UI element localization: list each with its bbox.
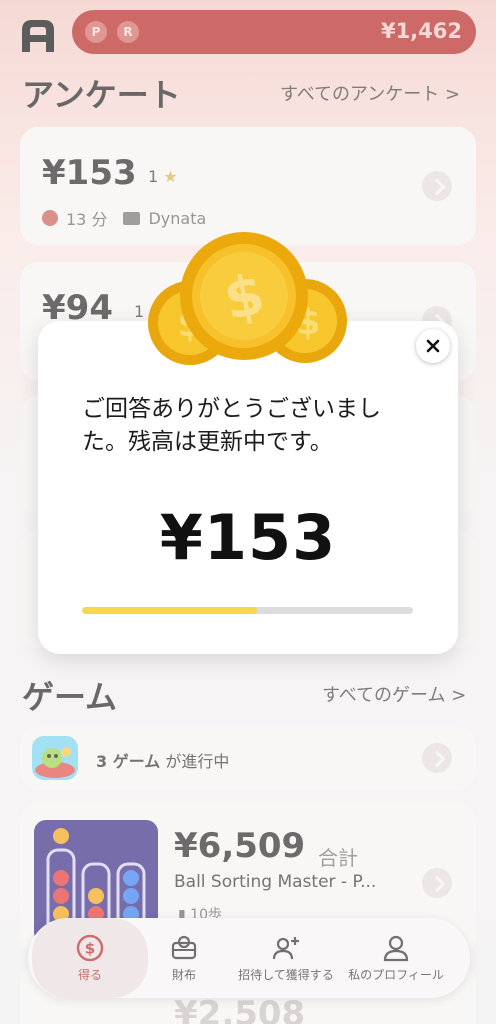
- progress-fill: [82, 607, 258, 614]
- modal-amount: ¥153: [159, 501, 337, 574]
- close-button[interactable]: [416, 329, 450, 363]
- coins-icon: $ $ $: [148, 232, 347, 365]
- modal-message: ご回答ありがとうございました。残高は更新中です。: [82, 396, 381, 455]
- reward-modal: ご回答ありがとうございました。残高は更新中です。 ¥153: [38, 321, 458, 654]
- update-progress-bar: [82, 607, 413, 614]
- close-icon: [426, 339, 440, 353]
